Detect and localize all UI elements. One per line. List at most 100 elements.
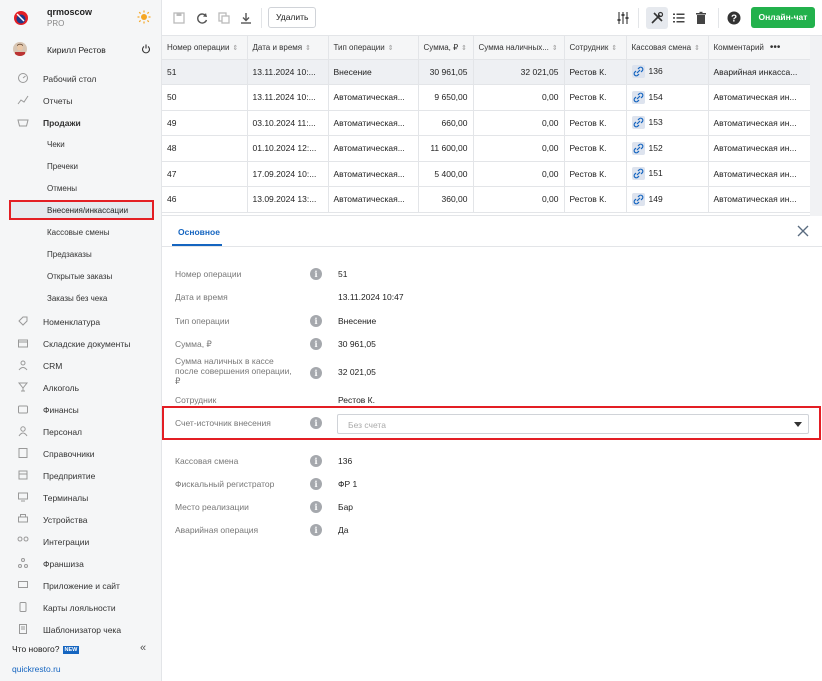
delete-button[interactable]: Удалить bbox=[268, 7, 317, 28]
power-icon[interactable] bbox=[141, 44, 151, 54]
close-icon[interactable] bbox=[796, 224, 810, 238]
link-icon[interactable] bbox=[631, 65, 645, 79]
table-row[interactable]: 48 01.10.2024 12:... Автоматическая... 11 6… bbox=[162, 135, 811, 162]
nav-loyalty-cards[interactable]: Карты лояльности bbox=[0, 597, 162, 617]
field-label-source-account: Счет-источник внесения bbox=[175, 418, 271, 428]
cell-datetime: 13.11.2024 10:... bbox=[247, 59, 329, 85]
nav-sales-deposits[interactable]: Внесения/инкассации bbox=[9, 200, 154, 220]
tab-main[interactable]: Основное bbox=[178, 227, 220, 237]
link-icon[interactable] bbox=[631, 167, 645, 181]
nav-nomenclature[interactable]: Номенклатура bbox=[0, 311, 162, 331]
nav-sales-receipts[interactable]: Чеки bbox=[0, 134, 162, 154]
nav-sales-orders-no-receipt[interactable]: Заказы без чека bbox=[0, 288, 162, 308]
column-header-type[interactable]: Тип операции ⇕ bbox=[328, 36, 419, 60]
link-icon[interactable] bbox=[631, 90, 645, 104]
cell-shift: 136 bbox=[626, 59, 709, 85]
settings-sliders-icon[interactable] bbox=[616, 11, 630, 25]
source-account-select[interactable]: Без счета bbox=[337, 414, 809, 434]
nav-crm[interactable]: CRM bbox=[0, 355, 162, 375]
column-header-employee[interactable]: Сотрудник ⇕ bbox=[564, 36, 627, 60]
building-icon bbox=[18, 470, 28, 480]
tag-icon bbox=[18, 316, 28, 326]
people-icon bbox=[18, 360, 28, 371]
nav-staff[interactable]: Персонал bbox=[0, 421, 162, 441]
nav-franchise[interactable]: Франшиза bbox=[0, 553, 162, 573]
whats-new-link[interactable]: Что нового? NEW bbox=[12, 644, 80, 654]
help-icon[interactable]: ? bbox=[727, 11, 741, 25]
user-profile[interactable]: Кирилл Рестов bbox=[0, 38, 162, 60]
column-header-cash-amount[interactable]: Сумма наличных... ⇕ bbox=[473, 36, 565, 60]
nav-receipt-templates[interactable]: Шаблонизатор чека bbox=[0, 619, 162, 639]
nav-app-and-site[interactable]: Приложение и сайт bbox=[0, 575, 162, 595]
link-icon[interactable] bbox=[631, 192, 645, 206]
column-header-shift[interactable]: Кассовая смена ⇕ bbox=[626, 36, 709, 60]
nav-warehouse-docs[interactable]: Складские документы bbox=[0, 333, 162, 353]
info-icon[interactable]: i bbox=[310, 338, 322, 350]
brand-header[interactable]: qrmoscow PRO bbox=[0, 0, 162, 36]
online-chat-button[interactable]: Онлайн-чат bbox=[751, 7, 815, 28]
copy-icon[interactable] bbox=[217, 11, 231, 25]
nav-directories[interactable]: Справочники bbox=[0, 443, 162, 463]
table-header-row: Номер операции ⇕ Дата и время ⇕ Тип операц… bbox=[162, 36, 811, 60]
printer-icon bbox=[18, 514, 28, 523]
nav-sales-shifts[interactable]: Кассовые смены bbox=[0, 222, 162, 242]
field-value-amount: 30 961,05 bbox=[338, 339, 376, 349]
collapse-sidebar-icon[interactable]: « bbox=[140, 642, 146, 654]
table-scrollbar[interactable] bbox=[810, 36, 822, 216]
column-header-datetime[interactable]: Дата и время ⇕ bbox=[247, 36, 329, 60]
save-icon[interactable] bbox=[172, 11, 186, 25]
nav-integrations[interactable]: Интеграции bbox=[0, 531, 162, 551]
nav-devices[interactable]: Устройства bbox=[0, 509, 162, 529]
nav-alcohol[interactable]: Алкоголь bbox=[0, 377, 162, 397]
nav-sales-open-orders[interactable]: Открытые заказы bbox=[0, 266, 162, 286]
site-link[interactable]: quickresto.ru bbox=[12, 664, 61, 674]
table-row[interactable]: 46 13.09.2024 13:... Автоматическая... 360,… bbox=[162, 186, 811, 213]
tools-button[interactable] bbox=[646, 7, 668, 29]
info-icon[interactable]: i bbox=[310, 524, 322, 536]
field-label-emergency: Аварийная операция bbox=[175, 525, 259, 535]
trash-icon[interactable] bbox=[694, 11, 708, 25]
cell-comment: Автоматическая ин... bbox=[708, 186, 811, 213]
cell-cash-amount: 0,00 bbox=[473, 186, 565, 213]
nav-enterprise[interactable]: Предприятие bbox=[0, 465, 162, 485]
table-row[interactable]: 49 03.10.2024 11:... Автоматическая... 660,… bbox=[162, 110, 811, 136]
network-icon bbox=[18, 558, 28, 568]
nav-sales[interactable]: Продажи bbox=[0, 112, 162, 132]
field-value-sale-place: Бар bbox=[338, 502, 354, 512]
field-label-datetime: Дата и время bbox=[175, 292, 228, 302]
cell-employee: Рестов К. bbox=[564, 84, 627, 111]
nav-sales-preorders[interactable]: Предзаказы bbox=[0, 244, 162, 264]
download-icon[interactable] bbox=[239, 11, 253, 25]
refresh-icon[interactable] bbox=[195, 11, 209, 25]
info-icon[interactable]: i bbox=[310, 501, 322, 513]
cell-datetime: 17.09.2024 10:... bbox=[247, 161, 329, 187]
cell-comment: Автоматическая ин... bbox=[708, 161, 811, 187]
sun-icon[interactable] bbox=[137, 10, 151, 24]
table-row[interactable]: 50 13.11.2024 10:... Автоматическая... 9 65… bbox=[162, 84, 811, 111]
info-icon[interactable]: i bbox=[310, 417, 322, 429]
cell-amount: 11 600,00 bbox=[418, 135, 474, 162]
nav-sales-prechecks[interactable]: Пречеки bbox=[0, 156, 162, 176]
info-icon[interactable]: i bbox=[310, 455, 322, 467]
info-icon[interactable]: i bbox=[310, 315, 322, 327]
table-row[interactable]: 51 13.11.2024 10:... Внесение 30 961,05 32 0… bbox=[162, 59, 811, 85]
nav-finance[interactable]: Финансы bbox=[0, 399, 162, 419]
table-row[interactable]: 47 17.09.2024 10:... Автоматическая... 5 40… bbox=[162, 161, 811, 187]
column-header-number[interactable]: Номер операции ⇕ bbox=[162, 36, 248, 60]
info-icon[interactable]: i bbox=[310, 268, 322, 280]
cell-type: Автоматическая... bbox=[328, 135, 419, 162]
list-icon[interactable] bbox=[672, 11, 686, 25]
column-header-amount[interactable]: Сумма, ₽ ⇕ bbox=[418, 36, 474, 60]
nav-terminals[interactable]: Терминалы bbox=[0, 487, 162, 507]
nav-reports[interactable]: Отчеты bbox=[0, 90, 162, 110]
info-icon[interactable]: i bbox=[310, 367, 322, 379]
link-icon[interactable] bbox=[631, 116, 645, 130]
cell-comment: Аварийная инкасса... bbox=[708, 59, 811, 85]
column-header-comment[interactable]: Комментарий ••• bbox=[708, 36, 811, 60]
info-icon[interactable]: i bbox=[310, 478, 322, 490]
new-badge: NEW bbox=[62, 646, 80, 654]
nav-desktop[interactable]: Рабочий стол bbox=[0, 68, 162, 88]
link-icon[interactable] bbox=[631, 141, 645, 155]
cell-amount: 360,00 bbox=[418, 186, 474, 213]
nav-sales-cancellations[interactable]: Отмены bbox=[0, 178, 162, 198]
